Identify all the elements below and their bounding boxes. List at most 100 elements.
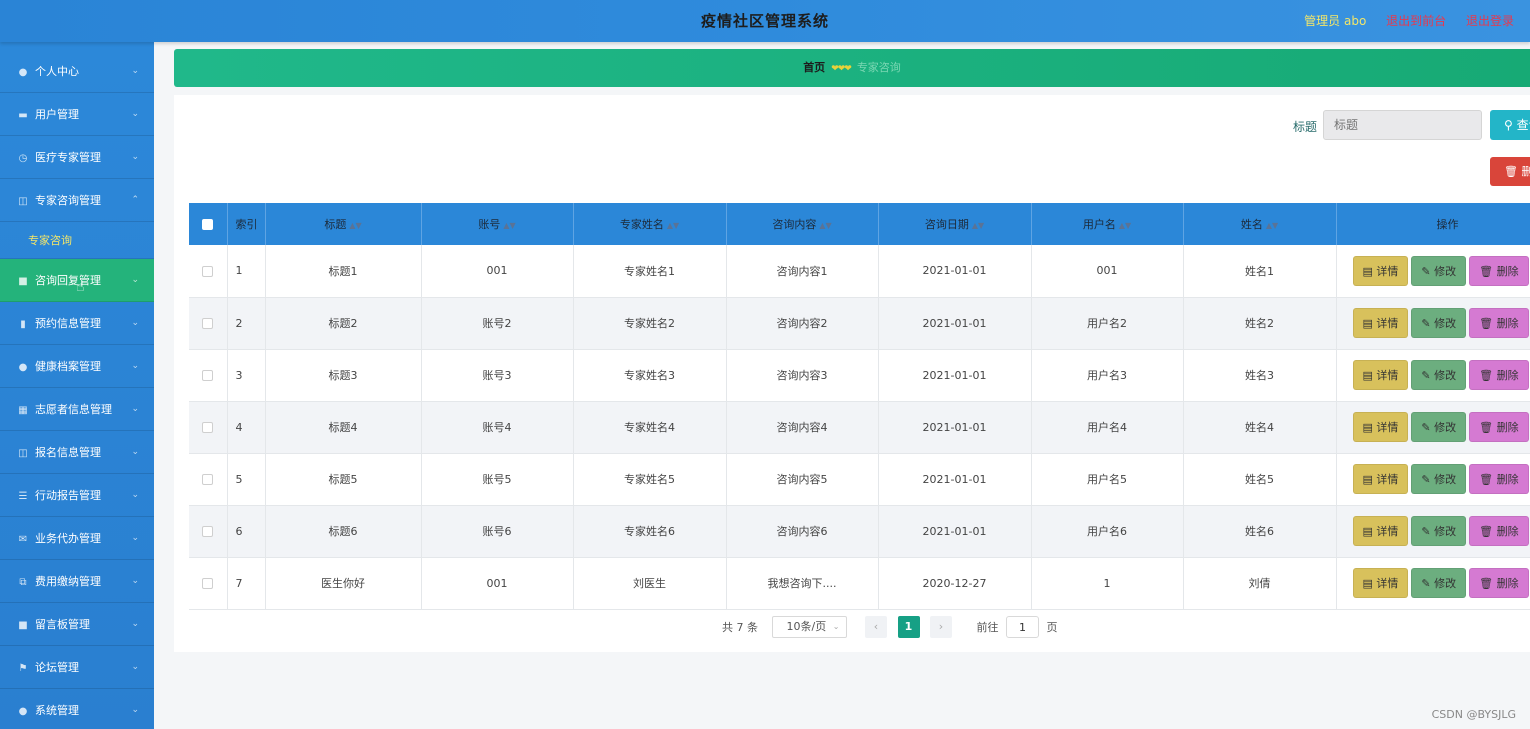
- col-header-title[interactable]: 标题 ▲▼: [265, 203, 422, 245]
- chevron-left-icon: ‹: [873, 620, 879, 633]
- prev-page-button[interactable]: ‹: [865, 616, 887, 638]
- row-actions: ▤ 详情 ✎ 修改 🗑 删除: [1336, 505, 1530, 558]
- edit-icon: ✎: [1421, 525, 1435, 538]
- col-header-username[interactable]: 用户名 ▲▼: [1031, 203, 1184, 245]
- cell-name: 姓名4: [1183, 401, 1337, 454]
- mail-icon: ✉: [18, 534, 28, 545]
- row-checkbox[interactable]: [189, 297, 228, 350]
- title-search-input[interactable]: [1323, 110, 1482, 140]
- sidebar-item-label: 系统管理: [35, 704, 79, 717]
- col-header-actions: 操作: [1336, 203, 1530, 245]
- detail-button[interactable]: ▤ 详情: [1352, 412, 1409, 442]
- goto-prefix: 前往: [976, 621, 999, 634]
- goto-suffix: 页: [1046, 621, 1058, 634]
- col-header-expert-name[interactable]: 专家姓名 ▲▼: [573, 203, 727, 245]
- sidebar-item-business-agency[interactable]: ✉ 业务代办管理 ⌄: [0, 517, 154, 560]
- detail-button[interactable]: ▤ 详情: [1352, 568, 1409, 598]
- cell-title: 标题3: [265, 349, 422, 402]
- edit-button[interactable]: ✎ 修改: [1411, 255, 1467, 286]
- row-checkbox[interactable]: [189, 557, 228, 610]
- chevron-down-icon: ⌄: [131, 619, 139, 629]
- cell-expert-name: 专家姓名4: [573, 401, 727, 454]
- col-header-date[interactable]: 咨询日期 ▲▼: [878, 203, 1032, 245]
- delete-button[interactable]: 🗑 删除: [1469, 360, 1529, 390]
- row-checkbox[interactable]: [189, 245, 228, 298]
- cell-expert-name: 专家姓名6: [573, 505, 727, 558]
- goto-page-input[interactable]: [1006, 616, 1039, 638]
- col-header-account[interactable]: 账号 ▲▼: [421, 203, 574, 245]
- sidebar-item-action-reports[interactable]: ☰ 行动报告管理 ⌄: [0, 474, 154, 517]
- chevron-down-icon: ⌄: [131, 662, 139, 672]
- sidebar-item-expert-consult[interactable]: ◫ 专家咨询管理 ⌃: [0, 179, 154, 222]
- row-checkbox[interactable]: [189, 453, 228, 506]
- sidebar-item-registrations[interactable]: ◫ 报名信息管理 ⌄: [0, 431, 154, 474]
- sidebar-item-fee-payment[interactable]: ⧉ 费用缴纳管理 ⌄: [0, 560, 154, 603]
- detail-button[interactable]: ▤ 详情: [1352, 308, 1409, 338]
- select-all-checkbox[interactable]: [189, 203, 228, 245]
- col-header-name[interactable]: 姓名 ▲▼: [1183, 203, 1337, 245]
- sidebar-item-health-records[interactable]: ● 健康档案管理 ⌄: [0, 345, 154, 388]
- sidebar-item-volunteers[interactable]: ▦ 志愿者信息管理 ⌄: [0, 388, 154, 431]
- sidebar-item-message-board[interactable]: ■ 留言板管理 ⌄: [0, 603, 154, 646]
- row-checkbox[interactable]: [189, 505, 228, 558]
- cell-name: 姓名5: [1183, 453, 1337, 506]
- sidebar-item-label: 预约信息管理: [35, 317, 101, 330]
- edit-button[interactable]: ✎ 修改: [1411, 412, 1467, 442]
- detail-button[interactable]: ▤ 详情: [1352, 360, 1409, 390]
- cell-account: 001: [421, 557, 574, 610]
- chevron-down-icon: ⌄: [131, 490, 139, 500]
- sidebar-subitem-expert-consult[interactable]: 专家咨询: [0, 222, 154, 259]
- batch-delete-button[interactable]: 🗑 删除: [1490, 157, 1530, 186]
- sidebar-item-label: 咨询回复管理: [35, 274, 101, 287]
- next-page-button[interactable]: ›: [930, 616, 952, 638]
- detail-button[interactable]: ▤ 详情: [1352, 255, 1409, 286]
- page-size-select[interactable]: 10条/页 ⌄: [771, 616, 847, 638]
- col-header-content[interactable]: 咨询内容 ▲▼: [726, 203, 879, 245]
- search-button[interactable]: ⚲ 查询: [1490, 110, 1530, 140]
- row-checkbox[interactable]: [189, 349, 228, 402]
- cell-username: 001: [1031, 245, 1184, 298]
- edit-button[interactable]: ✎ 修改: [1411, 464, 1467, 494]
- sidebar-item-system[interactable]: ● 系统管理 ⌄: [0, 689, 154, 729]
- cell-title: 标题2: [265, 297, 422, 350]
- heart-separator-icon: ❤❤❤: [831, 64, 852, 74]
- detail-button[interactable]: ▤ 详情: [1352, 464, 1409, 494]
- row-actions: ▤ 详情 ✎ 修改 🗑 删除: [1336, 245, 1530, 298]
- delete-button[interactable]: 🗑 删除: [1469, 568, 1529, 598]
- detail-button[interactable]: ▤ 详情: [1352, 516, 1409, 546]
- cell-date: 2021-01-01: [878, 245, 1032, 298]
- edit-button[interactable]: ✎ 修改: [1411, 308, 1467, 338]
- sidebar-item-medical-experts[interactable]: ◷ 医疗专家管理 ⌄: [0, 136, 154, 179]
- sidebar-item-forum[interactable]: ⚑ 论坛管理 ⌄: [0, 646, 154, 689]
- pagination: 共 7 条 10条/页⌄ ‹ 1 › 前往 页: [722, 616, 1058, 638]
- sidebar-item-personal-center[interactable]: ● 个人中心 ⌄: [0, 50, 154, 93]
- logout-link[interactable]: 退出登录: [1466, 14, 1514, 28]
- delete-button[interactable]: 🗑 删除: [1469, 412, 1529, 442]
- person-icon: ●: [18, 362, 28, 373]
- sort-icon: ▲▼: [666, 221, 680, 230]
- chevron-down-icon: ⌄: [131, 152, 139, 162]
- breadcrumb-home[interactable]: 首页: [803, 61, 825, 74]
- sidebar: ● 个人中心 ⌄ ▬ 用户管理 ⌄ ◷ 医疗专家管理 ⌄ ◫ 专家咨询管理 ⌃ 专家咨询 ■ 咨询…: [0, 42, 154, 729]
- sidebar-item-label: 业务代办管理: [35, 532, 101, 545]
- page-button-current[interactable]: 1: [897, 616, 920, 638]
- delete-button[interactable]: 🗑 删除: [1469, 516, 1529, 546]
- table-header-row: 索引 标题 ▲▼ 账号 ▲▼ 专家姓名 ▲▼ 咨询内容 ▲▼ 咨询日期 ▲▼ 用户名 ▲▼ …: [189, 203, 1530, 245]
- list-icon: ☰: [18, 491, 28, 502]
- delete-button[interactable]: 🗑 删除: [1469, 308, 1529, 338]
- grid-icon: ▦: [18, 405, 28, 416]
- cell-content: 咨询内容5: [726, 453, 879, 506]
- delete-button[interactable]: 🗑 删除: [1469, 255, 1529, 286]
- delete-button[interactable]: 🗑 删除: [1469, 464, 1529, 494]
- sidebar-item-appointments[interactable]: ▮ 预约信息管理 ⌄: [0, 302, 154, 345]
- edit-button[interactable]: ✎ 修改: [1411, 516, 1467, 546]
- cell-title: 标题4: [265, 401, 422, 454]
- cell-index: 4: [227, 401, 266, 454]
- search-label: 标题: [1293, 120, 1318, 134]
- edit-button[interactable]: ✎ 修改: [1411, 568, 1467, 598]
- sidebar-item-users[interactable]: ▬ 用户管理 ⌄: [0, 93, 154, 136]
- sort-icon: ▲▼: [1265, 221, 1279, 230]
- row-checkbox[interactable]: [189, 401, 228, 454]
- edit-button[interactable]: ✎ 修改: [1411, 360, 1467, 390]
- exit-to-front-link[interactable]: 退出到前台: [1386, 14, 1446, 28]
